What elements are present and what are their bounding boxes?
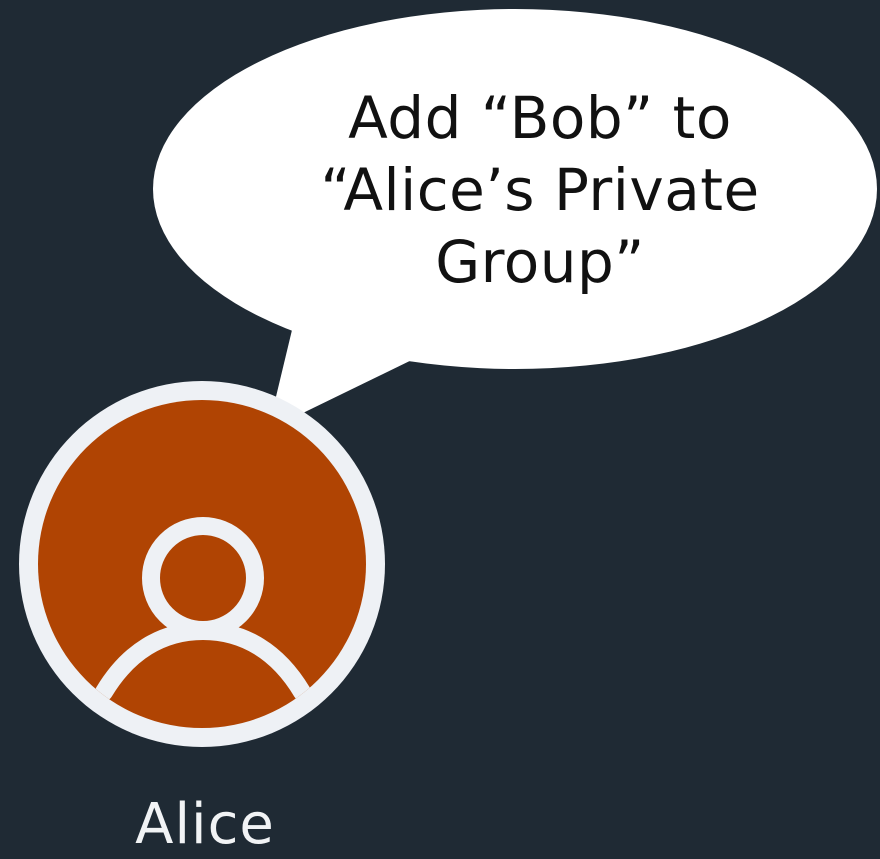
avatar-fill [38, 400, 366, 728]
avatar [19, 381, 385, 747]
speech-bubble-line: “Alice’s Private [320, 156, 760, 224]
speech-bubble-line: Add “Bob” to [348, 84, 732, 152]
speech-bubble-text: Add “Bob” to “Alice’s Private Group” [240, 82, 840, 298]
user-name-label: Alice [135, 792, 275, 857]
diagram-canvas: Add “Bob” to “Alice’s Private Group” Ali… [0, 0, 880, 859]
speech-bubble-line: Group” [435, 228, 645, 296]
